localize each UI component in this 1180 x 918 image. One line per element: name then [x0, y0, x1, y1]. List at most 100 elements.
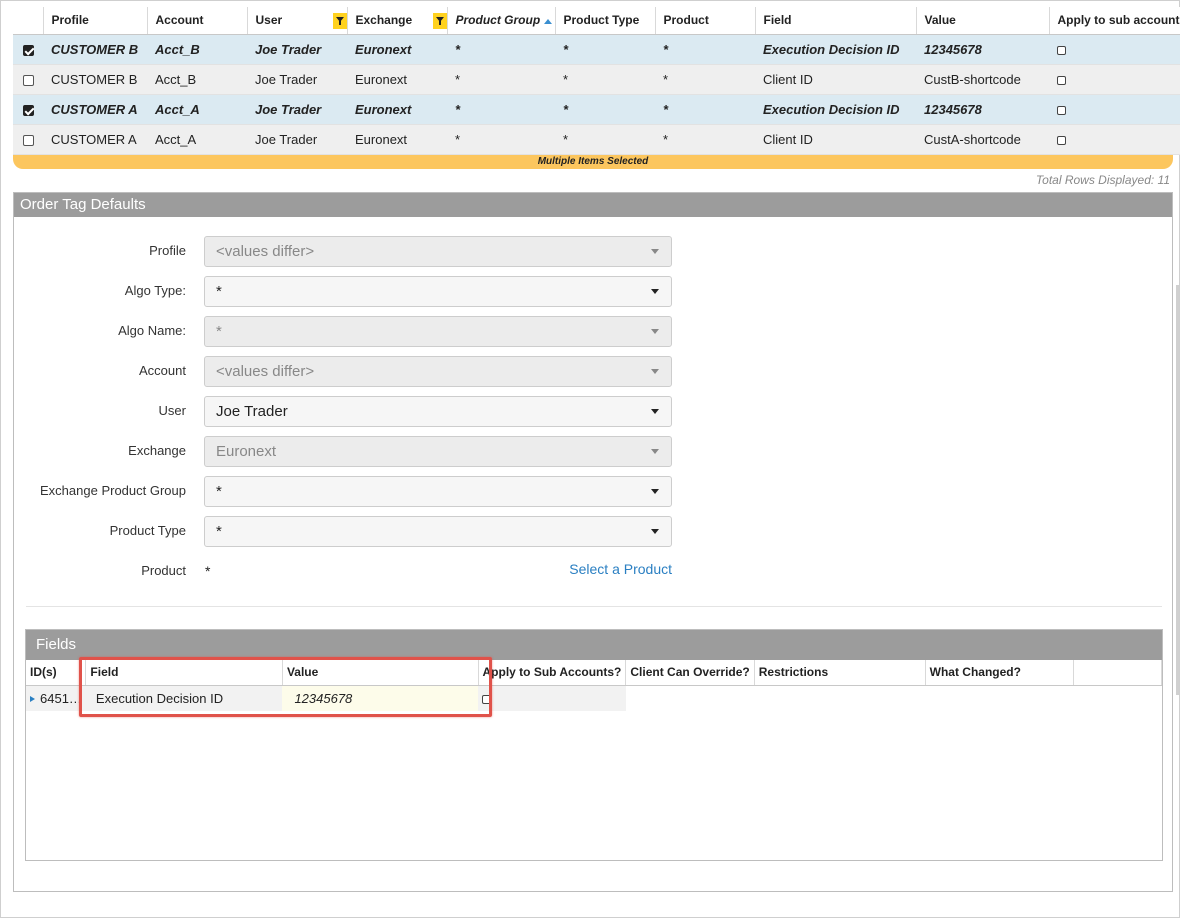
filter-icon[interactable]	[432, 13, 446, 29]
order-tags-grid: Profile Account User Exchange Product Gr…	[13, 7, 1180, 169]
filter-icon[interactable]	[332, 13, 346, 29]
profile-dropdown-value: <values differ>	[216, 243, 315, 260]
apply-sub-checkbox[interactable]	[1057, 105, 1066, 115]
checkbox-unchecked[interactable]	[22, 134, 34, 146]
cell-apply-sub[interactable]	[478, 685, 626, 711]
cell-what-changed	[925, 685, 1073, 711]
apply-sub-checkbox[interactable]	[1057, 135, 1066, 145]
header-restrictions[interactable]: Restrictions	[754, 660, 926, 686]
header-apply-sub-accounts[interactable]: Apply to sub accounts	[1049, 7, 1180, 35]
header-value[interactable]: Value	[916, 7, 1050, 35]
table-row[interactable]: 6451… Execution Decision ID 12345678	[26, 685, 1162, 711]
cell-product-group: *	[447, 124, 555, 155]
header-value[interactable]: Value	[282, 660, 479, 686]
exchange-dropdown: Euronext	[204, 436, 672, 467]
table-row[interactable]: CUSTOMER A Acct_A Joe Trader Euronext * …	[13, 94, 1180, 125]
cell-apply-sub[interactable]	[1049, 34, 1180, 65]
header-product[interactable]: Product	[655, 7, 756, 35]
algo-type-dropdown-value: *	[216, 283, 222, 300]
cell-user: Joe Trader	[247, 64, 347, 95]
form-row-exchange: Exchange Euronext	[14, 436, 674, 468]
form-row-account: Account <values differ>	[14, 356, 674, 388]
account-label: Account	[139, 363, 186, 378]
row-select-checkbox[interactable]	[13, 64, 43, 95]
apply-sub-checkbox[interactable]	[1057, 75, 1066, 85]
cell-user: Joe Trader	[247, 124, 347, 155]
header-account[interactable]: Account	[147, 7, 248, 35]
checkbox-unchecked[interactable]	[22, 74, 34, 86]
cell-account: Acct_B	[147, 34, 247, 65]
row-select-checkbox[interactable]	[13, 124, 43, 155]
product-type-dropdown[interactable]: *	[204, 516, 672, 547]
grid-header-row: Profile Account User Exchange Product Gr…	[13, 7, 1180, 35]
form-row-product: Product * Select a Product	[14, 556, 674, 588]
header-ids[interactable]: ID(s)	[26, 660, 87, 686]
cell-profile: CUSTOMER B	[43, 34, 147, 65]
row-select-checkbox[interactable]	[13, 34, 43, 65]
header-apply-sub-accounts[interactable]: Apply to Sub Accounts?	[478, 660, 627, 686]
exchange-dropdown-value: Euronext	[216, 443, 277, 460]
cell-product-group: *	[447, 94, 555, 125]
header-client-can-override[interactable]: Client Can Override?	[625, 660, 755, 686]
cell-profile: CUSTOMER B	[43, 64, 147, 95]
table-row[interactable]: CUSTOMER B Acct_B Joe Trader Euronext * …	[13, 34, 1180, 65]
cell-apply-sub[interactable]	[1049, 64, 1180, 95]
algo-type-dropdown[interactable]: *	[204, 276, 672, 307]
header-exchange[interactable]: Exchange	[347, 7, 448, 35]
row-select-checkbox[interactable]	[13, 94, 43, 125]
header-field[interactable]: Field	[755, 7, 917, 35]
user-dropdown[interactable]: Joe Trader	[204, 396, 672, 427]
expand-arrow-icon[interactable]	[30, 696, 35, 703]
header-spacer	[1073, 660, 1162, 686]
cell-apply-sub[interactable]	[1049, 94, 1180, 125]
header-profile[interactable]: Profile	[43, 7, 148, 35]
form-row-algo-type: Algo Type: *	[14, 276, 674, 308]
scrollbar[interactable]	[1176, 285, 1179, 695]
header-field[interactable]: Field	[85, 660, 283, 686]
apply-sub-checkbox[interactable]	[482, 694, 491, 704]
header-product-group[interactable]: Product Group	[447, 7, 556, 35]
user-label: User	[158, 403, 186, 418]
cell-field: Execution Decision ID	[755, 34, 916, 65]
order-tag-defaults-panel: Order Tag Defaults Profile <values diffe…	[13, 192, 1173, 892]
exchange-product-group-dropdown[interactable]: *	[204, 476, 672, 507]
cell-value: CustA-shortcode	[916, 124, 1049, 155]
account-dropdown-value: <values differ>	[216, 363, 315, 380]
header-product-type[interactable]: Product Type	[555, 7, 656, 35]
chevron-down-icon	[651, 289, 659, 294]
chevron-down-icon	[651, 329, 659, 334]
header-what-changed[interactable]: What Changed?	[925, 660, 1074, 686]
cell-product: *	[655, 94, 755, 125]
fields-header-row: ID(s) Field Value Apply to Sub Accounts?…	[26, 660, 1162, 686]
profile-dropdown: <values differ>	[204, 236, 672, 267]
table-row[interactable]: CUSTOMER A Acct_A Joe Trader Euronext * …	[13, 124, 1180, 155]
product-label: Product	[141, 563, 186, 578]
cell-field: Execution Decision ID	[755, 94, 916, 125]
cell-value[interactable]: 12345678	[282, 685, 478, 711]
cell-field: Client ID	[755, 124, 916, 155]
form-row-user: User Joe Trader	[14, 396, 674, 428]
chevron-down-icon	[651, 489, 659, 494]
cell-account: Acct_A	[147, 124, 247, 155]
multiple-items-selected-bar: Multiple Items Selected	[13, 155, 1173, 169]
select-product-link[interactable]: Select a Product	[569, 556, 672, 582]
algo-name-label: Algo Name:	[118, 323, 186, 338]
cell-apply-sub[interactable]	[1049, 124, 1180, 155]
algo-type-label: Algo Type:	[124, 283, 186, 298]
form-row-product-type: Product Type *	[14, 516, 674, 548]
cell-ids: 6451…	[26, 685, 86, 711]
header-user[interactable]: User	[247, 7, 348, 35]
checkbox-checked[interactable]	[22, 104, 34, 116]
header-select[interactable]	[13, 7, 44, 35]
apply-sub-checkbox[interactable]	[1057, 45, 1066, 55]
user-dropdown-value: Joe Trader	[216, 403, 288, 420]
cell-user: Joe Trader	[247, 34, 347, 65]
cell-product: *	[655, 124, 755, 155]
cell-client-override	[625, 685, 755, 711]
cell-product-type: *	[555, 34, 655, 65]
table-row[interactable]: CUSTOMER B Acct_B Joe Trader Euronext * …	[13, 64, 1180, 95]
checkbox-checked[interactable]	[22, 44, 34, 56]
cell-field: Client ID	[755, 64, 916, 95]
cell-spacer	[1073, 685, 1162, 711]
cell-value: 12345678	[916, 94, 1049, 125]
